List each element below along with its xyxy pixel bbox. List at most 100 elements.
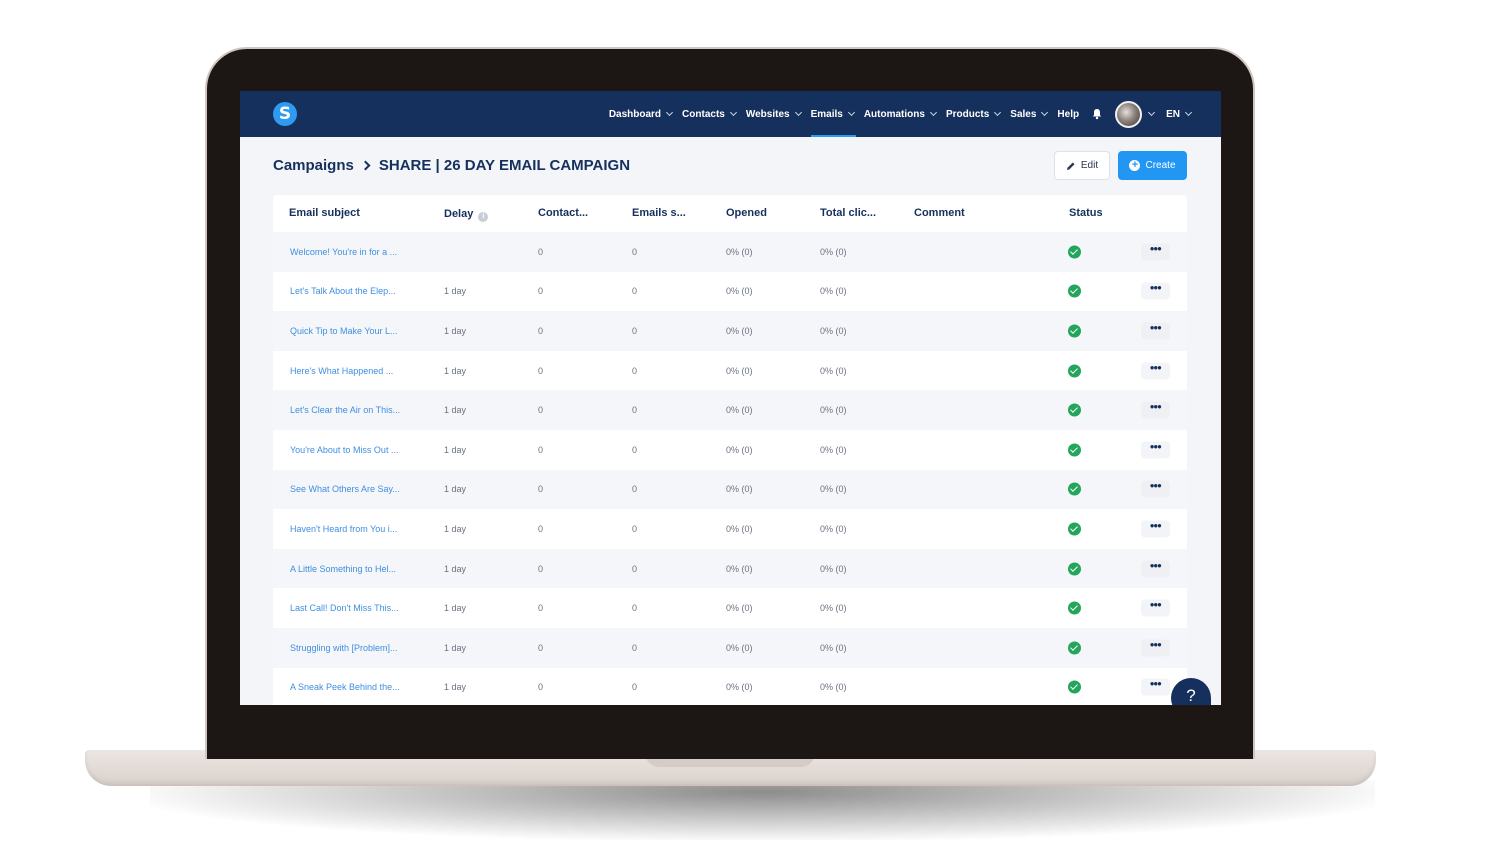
more-options-button[interactable]: ••• [1141, 519, 1170, 538]
cell-opened: 0% (0) [726, 365, 753, 376]
nav-item-contacts[interactable]: Contacts [682, 91, 737, 137]
check-circle-icon [1068, 482, 1081, 496]
cell-emails-sent: 0 [632, 682, 638, 693]
nav-item-label: Products [945, 108, 990, 120]
chevron-right-icon [360, 160, 371, 171]
cell-contacts: 0 [538, 325, 544, 336]
email-subject-link[interactable]: A Little Something to Hel... [290, 564, 396, 574]
avatar[interactable] [1115, 100, 1143, 128]
cell-delay: 1 day [444, 682, 467, 693]
cell-clicks: 0% (0) [820, 365, 847, 376]
more-options-button[interactable]: ••• [1141, 599, 1170, 617]
email-subject-link[interactable]: Welcome! You're in for a ... [290, 247, 397, 257]
nav-menu: Dashboard Contacts Websites Emails Automatio… [599, 91, 1193, 137]
more-options-button[interactable]: ••• [1141, 282, 1170, 300]
edit-button[interactable]: Edit [1054, 151, 1110, 180]
email-subject-link[interactable]: See What Others Are Say... [290, 484, 400, 494]
email-subject-link[interactable]: Here's What Happened ... [290, 366, 393, 376]
cell-contacts: 0 [538, 682, 544, 693]
nav-item-help[interactable]: Help [1057, 91, 1079, 137]
table-body: Welcome! You're in for a ... 0 0 0% (0) 0% (… [273, 232, 1187, 705]
check-circle-icon [1068, 680, 1081, 694]
app-logo[interactable]: S [273, 102, 297, 126]
nav-item-products[interactable]: Products [945, 91, 1002, 137]
cell-clicks: 0% (0) [820, 405, 847, 416]
info-icon[interactable]: i [478, 212, 489, 222]
nav-item-automations[interactable]: Automations [864, 91, 937, 137]
top-navbar: S Dashboard Contacts Websites Emails Automat… [240, 91, 1221, 137]
col-status[interactable]: Status [1069, 207, 1103, 219]
cell-emails-sent: 0 [632, 246, 638, 257]
chevron-down-icon[interactable] [1148, 108, 1156, 117]
col-email-subject[interactable]: Email subject [289, 207, 360, 219]
table-row: Haven't Heard from You i... 1 day 0 0 0% (0)… [273, 509, 1187, 549]
more-options-button[interactable]: ••• [1141, 678, 1170, 696]
cell-contacts: 0 [538, 286, 544, 297]
nav-item-websites[interactable]: Websites [746, 91, 802, 137]
cell-contacts: 0 [538, 444, 544, 455]
email-subject-link[interactable]: Let's Talk About the Elep... [290, 286, 396, 296]
create-button[interactable]: + Create [1118, 151, 1187, 180]
col-contacts[interactable]: Contact... [538, 207, 588, 219]
more-options-button[interactable]: ••• [1141, 321, 1170, 340]
more-options-button[interactable]: ••• [1141, 242, 1170, 261]
cell-delay: 1 day [444, 484, 467, 495]
more-options-button[interactable]: ••• [1141, 401, 1170, 419]
more-options-button[interactable]: ••• [1141, 480, 1170, 498]
check-circle-icon [1068, 641, 1081, 655]
breadcrumb-campaigns[interactable]: Campaigns [273, 157, 354, 174]
cell-clicks: 0% (0) [820, 642, 847, 653]
col-opened[interactable]: Opened [726, 207, 767, 219]
cell-clicks: 0% (0) [820, 286, 847, 297]
cell-opened: 0% (0) [726, 563, 753, 574]
col-comment[interactable]: Comment [914, 207, 965, 219]
email-subject-link[interactable]: Struggling with [Problem]... [290, 643, 398, 653]
bell-icon[interactable] [1091, 108, 1103, 120]
table-row: See What Others Are Say... 1 day 0 0 0% (0) 0… [273, 469, 1187, 510]
more-options-button[interactable]: ••• [1141, 638, 1170, 657]
chevron-down-icon [1184, 108, 1193, 117]
cell-opened: 0% (0) [726, 682, 753, 693]
more-options-button[interactable]: ••• [1141, 559, 1170, 578]
check-circle-icon [1068, 443, 1081, 457]
cell-delay: 1 day [444, 325, 467, 336]
help-chat-button[interactable]: ? [1171, 678, 1211, 705]
cell-clicks: 0% (0) [820, 246, 847, 257]
pencil-icon [1066, 162, 1075, 170]
email-subject-link[interactable]: A Sneak Peek Behind the... [290, 682, 400, 692]
email-subject-link[interactable]: Let's Clear the Air on This... [290, 405, 400, 415]
email-subject-link[interactable]: Quick Tip to Make Your L... [290, 326, 398, 336]
nav-item-emails[interactable]: Emails [810, 91, 857, 137]
email-subject-link[interactable]: Haven't Heard from You i... [290, 524, 397, 534]
email-subject-link[interactable]: You're About to Miss Out ... [290, 445, 398, 455]
chevron-down-icon [1041, 108, 1049, 117]
cell-emails-sent: 0 [632, 642, 638, 653]
cell-contacts: 0 [538, 405, 544, 416]
cell-contacts: 0 [538, 642, 544, 653]
cell-contacts: 0 [538, 246, 544, 257]
table-row: You're About to Miss Out ... 1 day 0 0 0% (0… [273, 429, 1187, 470]
cell-delay: 1 day [444, 603, 467, 614]
cell-delay: 1 day [444, 286, 467, 297]
cell-delay: 1 day [444, 405, 467, 416]
nav-item-label: Contacts [682, 108, 725, 120]
more-options-button[interactable]: ••• [1141, 361, 1170, 380]
col-total-clicks[interactable]: Total clic... [820, 207, 876, 219]
nav-item-dashboard[interactable]: Dashboard [609, 91, 674, 137]
col-delay-label: Delay [444, 208, 474, 220]
nav-item-sales[interactable]: Sales [1010, 91, 1049, 137]
col-delay[interactable]: Delay i [444, 208, 489, 222]
cell-delay: 1 day [444, 365, 467, 376]
chevron-down-icon [729, 108, 737, 117]
table-header: Email subject Delay i Contact... Emails s… [273, 195, 1187, 232]
col-emails-sent[interactable]: Emails s... [632, 207, 686, 219]
email-subject-link[interactable]: Last Call! Don't Miss This... [290, 603, 399, 613]
cell-delay: 1 day [444, 444, 467, 455]
more-options-button[interactable]: ••• [1141, 440, 1170, 459]
cell-opened: 0% (0) [726, 603, 753, 614]
language-selector[interactable]: EN [1166, 91, 1193, 137]
email-campaign-table: Email subject Delay i Contact... Emails s… [273, 195, 1187, 705]
cell-clicks: 0% (0) [820, 444, 847, 455]
cell-delay: 1 day [444, 563, 467, 574]
cell-emails-sent: 0 [632, 365, 638, 376]
